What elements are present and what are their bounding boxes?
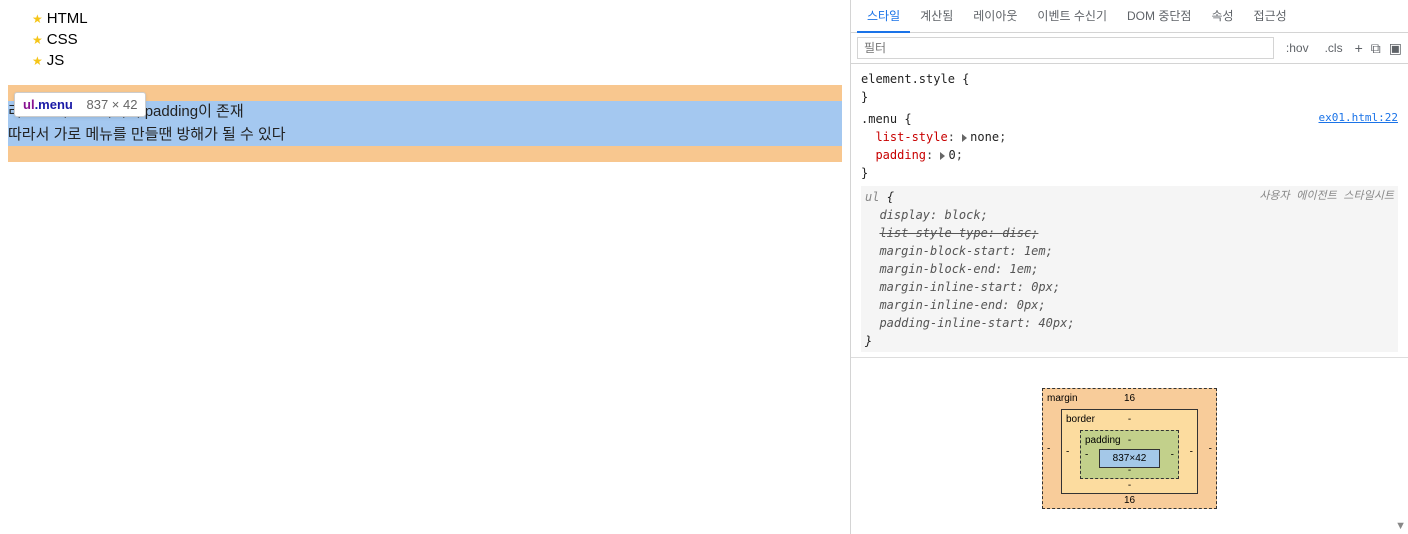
border-bottom[interactable]: - [1128, 480, 1131, 491]
devtools-tabs: 스타일 계산됨 레이아웃 이벤트 수신기 DOM 중단점 속성 접근성 [851, 0, 1408, 33]
border-label: border [1066, 414, 1095, 425]
css-value: 0px [1017, 298, 1039, 312]
margin-left[interactable]: - [1047, 443, 1050, 454]
menu-list: ★ HTML ★ CSS ★ JS [8, 8, 842, 71]
panel-icon[interactable]: ▣ [1389, 40, 1402, 57]
padding-left[interactable]: - [1085, 449, 1088, 460]
box-model-diagram[interactable]: margin 16 - - 16 border - - - - padding … [851, 358, 1408, 534]
tab-dom-breakpoints[interactable]: DOM 중단점 [1117, 0, 1201, 32]
list-item: ★ HTML [32, 8, 842, 29]
selector: .menu [861, 112, 897, 126]
star-icon: ★ [32, 12, 43, 26]
filter-input[interactable] [857, 37, 1274, 59]
text-line: 따라서 가로 메뉴를 만들땐 방해가 될 수 있다 [8, 124, 842, 147]
css-value[interactable]: none [970, 130, 999, 144]
star-icon: ★ [32, 54, 43, 68]
new-rule-icon[interactable]: + [1355, 40, 1363, 56]
selector: element.style [861, 72, 955, 86]
selector: ul [865, 190, 879, 204]
item-label: JS [47, 52, 65, 69]
source-link[interactable]: ex01.html:22 [1319, 110, 1398, 127]
hov-toggle[interactable]: :hov [1282, 39, 1313, 57]
padding-label: padding [1085, 435, 1121, 446]
margin-right[interactable]: - [1209, 443, 1212, 454]
inspect-tooltip: ul.menu 837 × 42 [14, 92, 146, 117]
tooltip-tagname: ul [23, 97, 35, 112]
tooltip-class: .menu [35, 97, 73, 112]
margin-bottom[interactable]: 16 [1124, 495, 1135, 506]
css-property: margin-inline-end [879, 298, 1002, 312]
border-left[interactable]: - [1066, 446, 1069, 457]
padding-bottom[interactable]: - [1128, 465, 1131, 476]
ua-label: 사용자 에이전트 스타일시트 [1259, 188, 1394, 205]
css-property: padding-inline-start [879, 316, 1024, 330]
box-padding[interactable]: padding - - - - 837×42 [1080, 430, 1179, 479]
tooltip-dimensions: 837 × 42 [86, 97, 137, 112]
item-label: CSS [47, 31, 78, 48]
css-value: 1em [1010, 262, 1032, 276]
border-right[interactable]: - [1190, 446, 1193, 457]
padding-right[interactable]: - [1171, 449, 1174, 460]
list-item: ★ CSS [32, 29, 842, 50]
box-margin[interactable]: margin 16 - - 16 border - - - - padding … [1042, 388, 1217, 509]
tab-styles[interactable]: 스타일 [857, 0, 910, 33]
devtools-pane: 스타일 계산됨 레이아웃 이벤트 수신기 DOM 중단점 속성 접근성 :hov… [850, 0, 1408, 534]
rule-menu[interactable]: ex01.html:22 .menu { list-style: none; p… [861, 110, 1398, 182]
device-icon[interactable]: ⧉ [1371, 40, 1381, 57]
css-value: 1em [1024, 244, 1046, 258]
scroll-down-icon[interactable]: ▼ [1395, 520, 1406, 532]
css-property: margin-inline-start [879, 280, 1016, 294]
margin-top[interactable]: 16 [1124, 393, 1135, 404]
tab-accessibility[interactable]: 접근성 [1244, 0, 1297, 32]
css-property: margin-block-start [879, 244, 1009, 258]
rule-ua-ul[interactable]: 사용자 에이전트 스타일시트 ul { display: block; list… [861, 186, 1398, 352]
list-item: ★ JS [32, 50, 842, 71]
css-property[interactable]: padding [875, 148, 926, 162]
css-property[interactable]: list-style [875, 130, 947, 144]
tab-computed[interactable]: 계산됨 [910, 0, 963, 32]
box-border[interactable]: border - - - - padding - - - - 837×42 [1061, 409, 1198, 494]
item-label: HTML [47, 10, 88, 27]
tab-layout[interactable]: 레이아웃 [963, 0, 1027, 32]
padding-top[interactable]: - [1128, 435, 1131, 446]
star-icon: ★ [32, 33, 43, 47]
tab-properties[interactable]: 속성 [1201, 0, 1243, 32]
border-top[interactable]: - [1128, 414, 1131, 425]
css-value[interactable]: 0 [948, 148, 955, 162]
cls-toggle[interactable]: .cls [1321, 39, 1347, 57]
css-property: list-style-type [879, 226, 987, 240]
css-value: block [944, 208, 980, 222]
css-value: 40px [1038, 316, 1067, 330]
css-value: disc [1002, 226, 1031, 240]
page-preview: ★HTML ★CSS ★JS ul.menu 837 × 42 리스트 태그는 … [0, 0, 850, 534]
rule-element-style[interactable]: element.style { } [861, 70, 1398, 106]
expand-icon[interactable] [962, 134, 967, 142]
styles-rules[interactable]: element.style { } ex01.html:22 .menu { l… [851, 64, 1408, 358]
expand-icon[interactable] [940, 152, 945, 160]
filter-bar: :hov .cls + ⧉ ▣ [851, 33, 1408, 64]
margin-label: margin [1047, 393, 1078, 404]
css-property: margin-block-end [879, 262, 995, 276]
css-property: display [879, 208, 930, 222]
tab-listeners[interactable]: 이벤트 수신기 [1027, 0, 1117, 32]
css-value: 0px [1031, 280, 1053, 294]
